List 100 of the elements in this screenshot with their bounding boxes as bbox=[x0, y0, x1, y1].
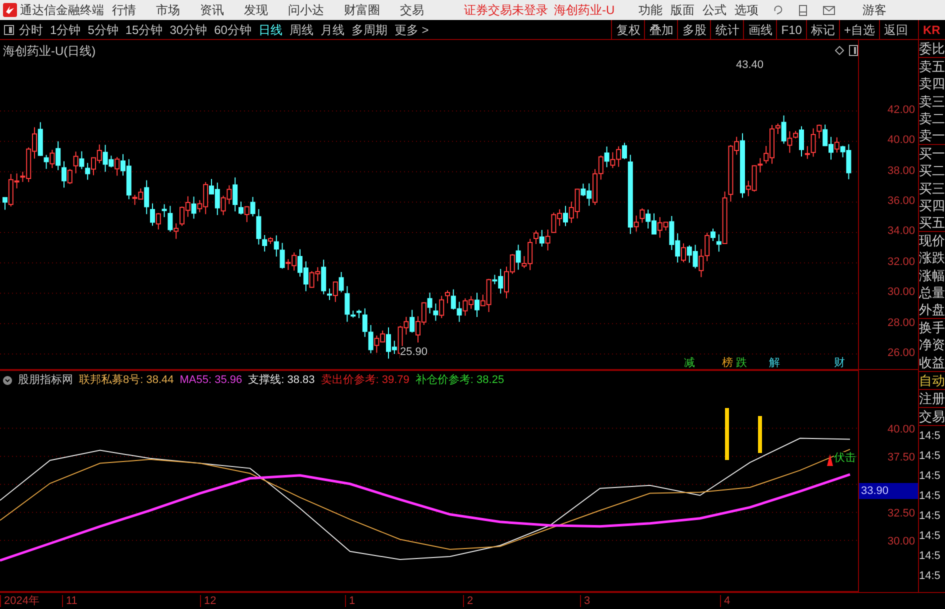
time-axis-label: 2 bbox=[463, 595, 474, 607]
time-label: 14:5 bbox=[919, 429, 942, 444]
chart-title: 海创药业-U(日线) bbox=[3, 43, 96, 60]
menu-item[interactable]: 版面 bbox=[670, 1, 695, 19]
menu-item[interactable]: 行情 bbox=[112, 1, 136, 19]
quote-label: 涨跌 bbox=[919, 249, 945, 267]
current-value-label: 33.90 bbox=[859, 483, 918, 499]
low-price-label: 25.90 bbox=[400, 346, 428, 359]
indicator-name[interactable]: 股朋指标网 bbox=[18, 372, 73, 388]
time-label: 14:5 bbox=[919, 569, 942, 584]
high-price-label: 43.40 bbox=[736, 58, 764, 73]
event-marker[interactable]: 减 bbox=[684, 357, 695, 369]
event-marker[interactable]: 财 bbox=[834, 357, 845, 369]
quote-label: 换手 bbox=[919, 319, 945, 336]
menu-item[interactable]: 选项 bbox=[734, 1, 759, 19]
period-tab[interactable]: 1分钟 bbox=[50, 20, 81, 38]
mail-icon[interactable] bbox=[822, 6, 835, 14]
toolbar-button[interactable]: 叠加 bbox=[644, 20, 678, 39]
time-label: 14:5 bbox=[919, 529, 942, 544]
event-marker[interactable]: 榜 bbox=[722, 357, 733, 369]
menu-item[interactable]: 财富圈 bbox=[344, 1, 380, 19]
menu-item[interactable]: 公式 bbox=[702, 1, 727, 19]
time-label: 14:5 bbox=[919, 449, 942, 464]
corner-label: KR bbox=[918, 20, 945, 39]
quote-label: 总量 bbox=[919, 284, 945, 302]
toolbar-button[interactable]: 复权 bbox=[611, 20, 644, 39]
quote-label: 买一 bbox=[919, 145, 945, 162]
price-axis-label: 40.00 bbox=[887, 133, 915, 148]
quote-label: 注册 bbox=[919, 390, 945, 408]
toolbar-button[interactable]: +自选 bbox=[838, 20, 879, 39]
panel-toggle-icon[interactable] bbox=[4, 24, 14, 34]
toolbar-button[interactable]: 标记 bbox=[806, 20, 839, 39]
period-tab[interactable]: 月线 bbox=[320, 20, 344, 38]
menu-item[interactable]: 资讯 bbox=[200, 1, 224, 19]
time-label: 14:5 bbox=[919, 469, 942, 484]
toolbar-button[interactable]: 多股 bbox=[677, 20, 710, 39]
diamond-icon[interactable] bbox=[835, 46, 844, 55]
menu-item[interactable]: 市场 bbox=[156, 1, 180, 19]
quote-label: 收益 bbox=[919, 354, 945, 371]
stock-name: 海创药业-U bbox=[554, 2, 615, 19]
menu-item[interactable]: 功能 bbox=[638, 1, 663, 19]
indicator-axis-label: 32.50 bbox=[887, 507, 915, 520]
period-tab[interactable]: 周线 bbox=[289, 20, 314, 38]
menu-item[interactable]: 交易 bbox=[400, 1, 424, 19]
time-axis-label: 2024年 bbox=[0, 595, 40, 607]
time-axis-label: 1 bbox=[345, 595, 356, 607]
quote-label: 卖二 bbox=[919, 110, 945, 128]
app-title: 通达信金融终端 bbox=[20, 2, 105, 19]
menu-item[interactable]: 发现 bbox=[244, 1, 268, 19]
price-axis-label: 26.00 bbox=[887, 346, 915, 361]
period-tab[interactable]: 5分钟 bbox=[88, 20, 118, 38]
time-label: 14:5 bbox=[919, 509, 942, 524]
period-tab[interactable]: 15分钟 bbox=[125, 20, 163, 38]
toolbar-button[interactable]: 统计 bbox=[710, 20, 744, 39]
time-axis-label: 11 bbox=[62, 595, 78, 607]
price-axis-label: 34.00 bbox=[887, 224, 915, 240]
indicator-axis-label: 37.50 bbox=[887, 451, 915, 464]
toolbar-button[interactable]: F10 bbox=[776, 20, 806, 39]
time-axis-label: 3 bbox=[580, 595, 590, 607]
price-axis-label: 38.00 bbox=[887, 164, 915, 179]
indicator-value: 支撑线: 38.83 bbox=[248, 373, 315, 388]
toolbar-button[interactable]: 返回 bbox=[879, 20, 912, 39]
quote-label: 买二 bbox=[919, 162, 945, 180]
user-label[interactable]: 游客 bbox=[862, 1, 887, 19]
login-status[interactable]: 证券交易未登录 bbox=[464, 1, 548, 19]
quote-label: 净资 bbox=[919, 336, 945, 354]
quote-label: 买四 bbox=[919, 196, 945, 214]
toolbar-button[interactable]: 画线 bbox=[743, 20, 776, 39]
period-tab[interactable]: 多周期 bbox=[351, 20, 388, 38]
period-tab[interactable]: 更多 > bbox=[394, 20, 429, 38]
price-axis-label: 28.00 bbox=[887, 316, 915, 331]
event-marker[interactable]: 跌 bbox=[736, 357, 747, 369]
time-label: 14:5 bbox=[919, 549, 942, 564]
indicator-value: 联邦私募8号: 38.44 bbox=[79, 373, 174, 388]
quote-label: 买五 bbox=[919, 214, 945, 232]
indicator-value: MA55: 35.96 bbox=[180, 373, 242, 388]
quote-label: 卖四 bbox=[919, 75, 945, 93]
event-marker[interactable]: 解 bbox=[769, 357, 780, 369]
signal-bars-drawing bbox=[725, 408, 762, 460]
period-tab[interactable]: 日线 bbox=[258, 20, 282, 38]
panel-icon[interactable] bbox=[849, 45, 858, 56]
period-tab[interactable]: 30分钟 bbox=[170, 20, 208, 38]
time-label: 14:5 bbox=[919, 489, 942, 504]
price-axis-label: 30.00 bbox=[887, 285, 915, 300]
price-axis-label: 36.00 bbox=[887, 194, 915, 210]
price-axis-label: 32.00 bbox=[887, 254, 915, 270]
quote-label: 买三 bbox=[919, 180, 945, 197]
indicator-axis-label: 30.00 bbox=[887, 535, 915, 548]
time-axis-label: 4 bbox=[720, 595, 730, 607]
quote-label: 卖三 bbox=[919, 92, 945, 110]
arrow-up-icon bbox=[827, 454, 833, 466]
menu-item[interactable]: 问小达 bbox=[288, 1, 324, 19]
period-tab[interactable]: 分时 bbox=[19, 20, 43, 38]
quote-label: 涨幅 bbox=[919, 266, 945, 284]
signal-label: 伏击 bbox=[834, 452, 856, 465]
indicator-value: 卖出价参考: 39.79 bbox=[320, 373, 410, 388]
period-tab[interactable]: 60分钟 bbox=[214, 20, 252, 38]
time-axis-label: 12 bbox=[200, 595, 216, 607]
quote-label: 卖一 bbox=[919, 127, 945, 144]
chevron-down-icon[interactable] bbox=[3, 376, 12, 385]
